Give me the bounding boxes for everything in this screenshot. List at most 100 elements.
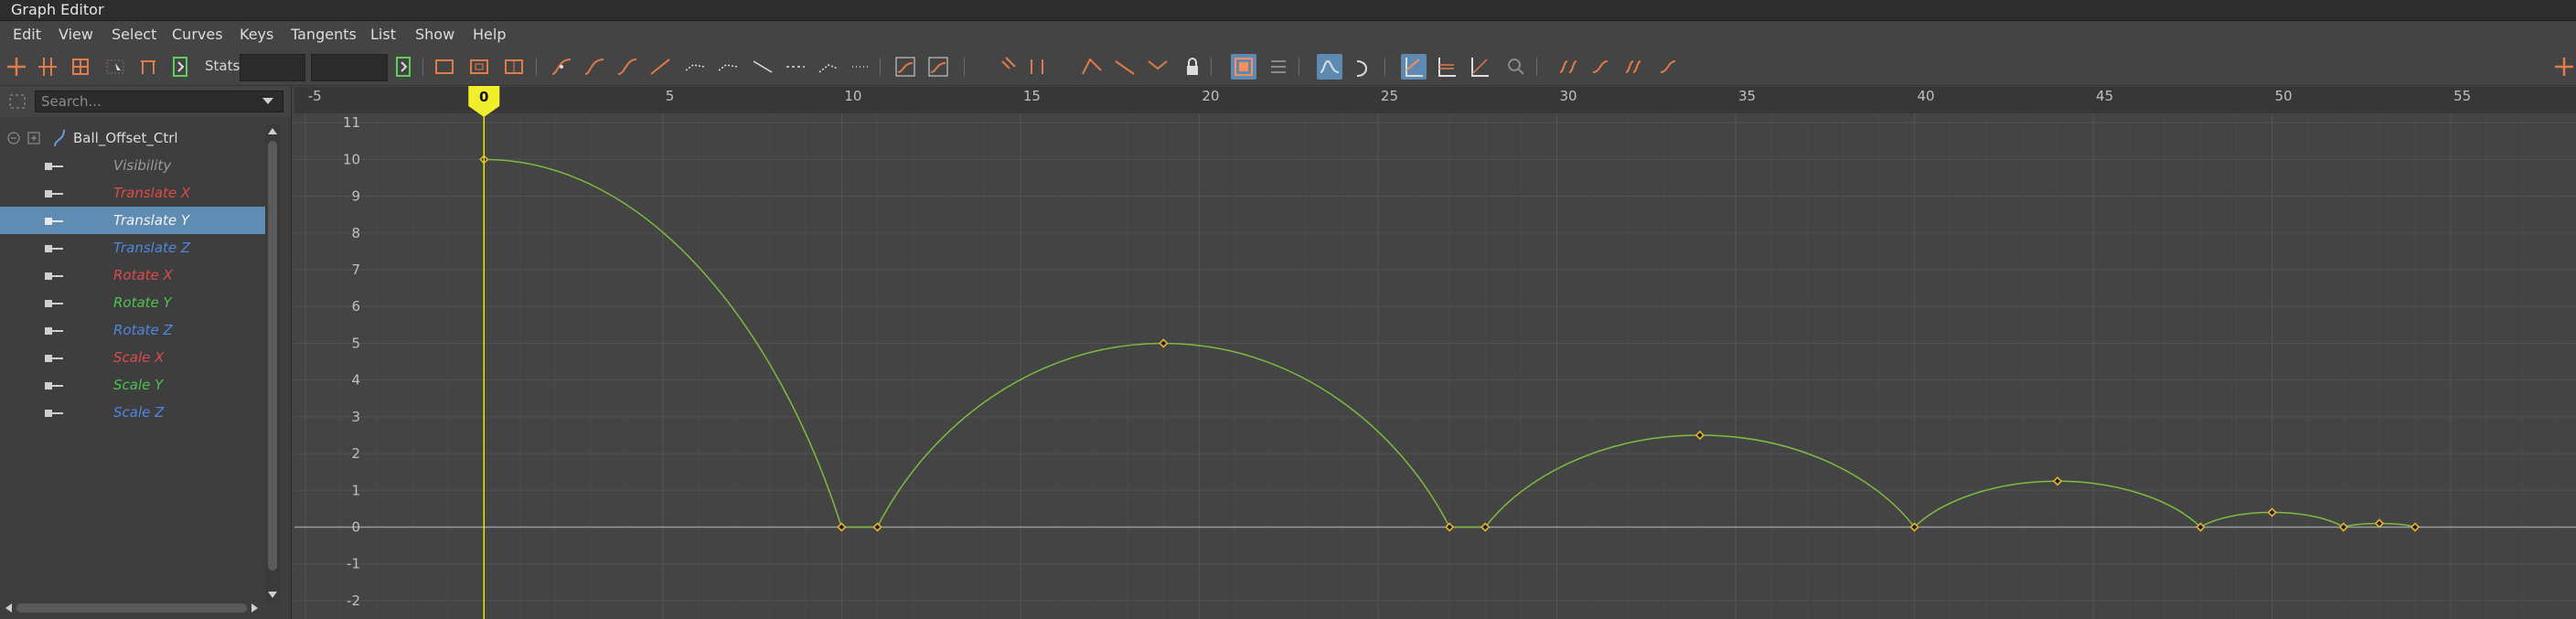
scroll-left-icon[interactable]: [4, 603, 13, 614]
channel-label: Translate X: [113, 185, 191, 201]
linear-tangent-icon[interactable]: [647, 54, 673, 80]
frame-select-icon[interactable]: [7, 92, 27, 111]
search-input[interactable]: [35, 91, 283, 112]
break-tangent-icon[interactable]: [783, 54, 808, 80]
channel-label: Scale Y: [113, 377, 164, 393]
channel-row-rotate-y[interactable]: Rotate Y: [0, 289, 265, 316]
menu-curves[interactable]: Curves: [172, 26, 223, 43]
frame-tick-label: -5: [308, 88, 322, 104]
retime-icon[interactable]: [135, 54, 161, 80]
channel-row-rotate-z[interactable]: Rotate Z: [0, 316, 265, 344]
normalize-icon[interactable]: [1317, 54, 1342, 80]
time-ruler[interactable]: [294, 86, 2576, 113]
channel-row-scale-z[interactable]: Scale Z: [0, 399, 265, 426]
value-tick-label: 6: [351, 298, 360, 315]
denormalize-icon[interactable]: [1350, 54, 1375, 80]
pre-infinity-icon[interactable]: [1556, 54, 1582, 80]
stats-toggle-icon[interactable]: [168, 54, 194, 80]
unify-tangent-icon[interactable]: [816, 54, 841, 80]
menu-select[interactable]: Select: [112, 26, 156, 43]
scroll-up-icon[interactable]: [267, 126, 278, 135]
scroll-right-icon[interactable]: [251, 603, 260, 614]
channel-label: Rotate X: [113, 267, 173, 283]
frame-tick-label: 35: [1738, 88, 1756, 104]
outliner-horizontal-scrollbar[interactable]: [0, 598, 265, 618]
menu-help[interactable]: Help: [473, 26, 506, 43]
frame-all-icon[interactable]: [432, 54, 457, 80]
outliner-object-label: Ball_Offset_Ctrl: [73, 130, 178, 146]
channel-row-scale-x[interactable]: Scale X: [0, 344, 265, 371]
stats-frame-field[interactable]: [240, 54, 305, 81]
expand-icon[interactable]: [27, 132, 40, 144]
curve-cycle-icon[interactable]: [1145, 54, 1170, 80]
stats-value-field[interactable]: [311, 54, 388, 81]
view-sheet-icon[interactable]: [1266, 54, 1291, 80]
window-title: Graph Editor: [11, 1, 104, 18]
outliner-object-row[interactable]: Ball_Offset_Ctrl: [0, 124, 265, 152]
outliner-vertical-scrollbar[interactable]: [265, 124, 280, 603]
plateau-tangent-icon[interactable]: [750, 54, 775, 80]
spline-tangent-icon[interactable]: [582, 54, 607, 80]
lattice-icon[interactable]: [68, 54, 93, 80]
frame-playback-icon[interactable]: [501, 54, 527, 80]
stacked-curves-icon[interactable]: [1401, 54, 1427, 80]
move-icon[interactable]: [2551, 54, 2576, 80]
scrollbar-thumb[interactable]: [268, 141, 277, 571]
menu-list[interactable]: List: [370, 26, 396, 43]
region-select-icon[interactable]: [102, 54, 128, 80]
key-curve-icon[interactable]: [1024, 54, 1050, 80]
scrollbar-thumb[interactable]: [16, 603, 247, 613]
flat-tangent-icon[interactable]: [682, 54, 708, 80]
stats-next-icon[interactable]: [391, 54, 417, 80]
absolute-view-icon[interactable]: [1434, 54, 1459, 80]
curve-linear-icon[interactable]: [1112, 54, 1138, 80]
menu-edit[interactable]: Edit: [13, 26, 41, 43]
insert-keys-icon[interactable]: [35, 54, 60, 80]
view-curves-icon[interactable]: [1231, 54, 1256, 80]
toolbar-separator: [880, 58, 881, 76]
frame-selection-icon[interactable]: [466, 54, 492, 80]
channel-row-translate-z[interactable]: Translate Z: [0, 234, 265, 261]
cycle-icon[interactable]: [1622, 54, 1648, 80]
frame-tick-label: 45: [2096, 88, 2113, 104]
chevron-down-icon[interactable]: [262, 97, 274, 106]
toolbar-separator: [536, 58, 537, 76]
toolbar-separator: [422, 58, 423, 76]
menu-tangents[interactable]: Tangents: [291, 26, 357, 43]
oscillate-icon[interactable]: [1657, 54, 1683, 80]
curve-smoothness-icon[interactable]: [1079, 54, 1105, 80]
buffer-curve-icon[interactable]: [893, 54, 918, 80]
pin-icon[interactable]: [993, 54, 1019, 80]
collapse-icon[interactable]: [7, 132, 20, 144]
channel-row-rotate-x[interactable]: Rotate X: [0, 261, 265, 289]
frame-tick-label: 20: [1202, 88, 1219, 104]
step-tangent-icon[interactable]: [715, 54, 741, 80]
curve-graph[interactable]: -5 5 10 15 20 25 30 35 40 45 50 55 11109876543210-1…: [294, 86, 2576, 619]
channel-row-translate-y[interactable]: Translate Y: [0, 207, 265, 234]
relative-view-icon[interactable]: [1467, 54, 1492, 80]
menu-view[interactable]: View: [59, 26, 93, 43]
toolbar-separator: [1211, 58, 1212, 76]
value-tick-label: 11: [343, 114, 360, 131]
scroll-down-icon[interactable]: [267, 591, 278, 600]
channel-key-icon: [45, 190, 63, 197]
menu-show[interactable]: Show: [415, 26, 454, 43]
channel-row-scale-y[interactable]: Scale Y: [0, 371, 265, 399]
channel-row-visibility[interactable]: Visibility: [0, 152, 265, 179]
lock-icon[interactable]: [1180, 54, 1205, 80]
auto-tangent-icon[interactable]: [549, 54, 574, 80]
toolbar-separator: [1536, 58, 1537, 76]
find-icon[interactable]: [1503, 54, 1529, 80]
channel-row-translate-x[interactable]: Translate X: [0, 179, 265, 207]
stats-label: Stats: [205, 58, 240, 74]
free-tangent-icon[interactable]: [849, 54, 874, 80]
graph-view[interactable]: -5 5 10 15 20 25 30 35 40 45 50 55 11 10 9 8 7 6 5 4 3 2 1 0 -1…: [294, 86, 2576, 619]
frame-tick-label: 30: [1559, 88, 1577, 104]
move-keys-icon[interactable]: [4, 54, 29, 80]
menu-keys[interactable]: Keys: [240, 26, 273, 43]
post-infinity-icon[interactable]: [1589, 54, 1615, 80]
current-frame-label: 0: [479, 89, 488, 105]
clamped-tangent-icon[interactable]: [615, 54, 640, 80]
frame-tick-label: 15: [1023, 88, 1041, 104]
swap-buffer-icon[interactable]: [925, 54, 951, 80]
